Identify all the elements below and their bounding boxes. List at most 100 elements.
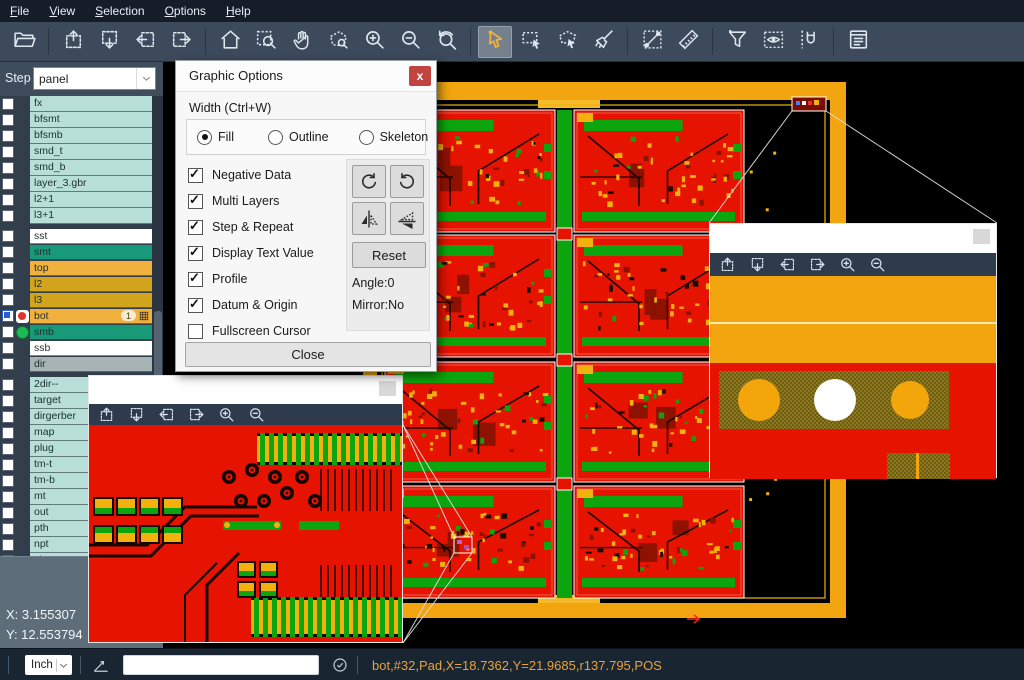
angle-mode-icon[interactable]	[91, 655, 111, 675]
pan-left-button[interactable]	[128, 26, 162, 58]
radio-fill[interactable]: Fill	[197, 130, 234, 145]
window-control-button[interactable]	[973, 229, 990, 244]
command-input[interactable]	[123, 655, 319, 675]
pan-down-button[interactable]	[748, 255, 767, 274]
layer-row[interactable]: bfsmb	[0, 128, 152, 144]
clean-brush-button[interactable]	[586, 26, 620, 58]
layer-visibility-checkbox[interactable]	[2, 162, 14, 174]
layer-name[interactable]: top	[30, 261, 152, 277]
layer-visibility-checkbox[interactable]	[2, 539, 14, 551]
layer-visibility-checkbox[interactable]	[2, 310, 14, 322]
snap-magnet-button[interactable]	[792, 26, 826, 58]
magnifier-title-bar[interactable]	[89, 376, 402, 404]
rotate-ccw-button[interactable]	[390, 165, 424, 198]
layer-visibility-checkbox[interactable]	[2, 395, 14, 407]
layer-visibility-checkbox[interactable]	[2, 411, 14, 423]
layer-name[interactable]: layer_3.gbr	[30, 176, 152, 192]
radio-skeleton[interactable]: Skeleton	[359, 130, 429, 145]
option-multi-layers[interactable]: Multi Layers	[188, 188, 314, 214]
layer-row[interactable]: l3+1	[0, 208, 152, 224]
layer-indicator[interactable]	[14, 96, 30, 112]
layer-name[interactable]: ssb	[30, 341, 152, 357]
layer-indicator[interactable]	[14, 176, 30, 192]
option-profile[interactable]: Profile	[188, 266, 314, 292]
layer-row[interactable]: bfsmt	[0, 112, 152, 128]
checkbox[interactable]	[188, 324, 203, 339]
layer-name[interactable]: bot1	[30, 309, 152, 325]
select-rect-button[interactable]	[514, 26, 548, 58]
layer-row[interactable]: ssb	[0, 341, 152, 357]
pan-up-button[interactable]	[97, 405, 116, 424]
layer-indicator[interactable]	[14, 377, 30, 393]
layer-row[interactable]: l3	[0, 293, 152, 309]
layer-visibility-checkbox[interactable]	[2, 178, 14, 190]
zoom-out-button[interactable]	[868, 255, 887, 274]
open-folder-button[interactable]	[7, 26, 41, 58]
layer-indicator[interactable]	[14, 457, 30, 473]
checkbox[interactable]	[188, 194, 203, 209]
layer-indicator[interactable]	[14, 393, 30, 409]
pan-right-button[interactable]	[187, 405, 206, 424]
option-datum-origin[interactable]: Datum & Origin	[188, 292, 314, 318]
layer-indicator[interactable]	[14, 505, 30, 521]
filter-button[interactable]	[720, 26, 754, 58]
layer-name[interactable]: smb	[30, 325, 152, 341]
layer-indicator[interactable]	[14, 309, 30, 325]
layer-visibility-checkbox[interactable]	[2, 379, 14, 391]
pan-up-button[interactable]	[56, 26, 90, 58]
layer-indicator[interactable]	[14, 144, 30, 160]
unit-dropdown[interactable]: Inch	[25, 655, 72, 675]
layer-name[interactable]: l3	[30, 293, 152, 309]
option-fullscreen-cursor[interactable]: Fullscreen Cursor	[188, 318, 314, 344]
measure-ruler-button[interactable]	[671, 26, 705, 58]
window-control-button[interactable]	[379, 381, 396, 396]
layer-indicator[interactable]	[14, 489, 30, 505]
layer-indicator[interactable]	[14, 473, 30, 489]
layer-indicator[interactable]	[14, 293, 30, 309]
pan-right-button[interactable]	[808, 255, 827, 274]
layer-row[interactable]: smd_t	[0, 144, 152, 160]
layer-indicator[interactable]	[14, 245, 30, 261]
layer-name[interactable]: bfsmb	[30, 128, 152, 144]
layer-name[interactable]: l3+1	[30, 208, 152, 224]
radio-dot[interactable]	[197, 130, 212, 145]
layer-visibility-checkbox[interactable]	[2, 507, 14, 519]
layer-row[interactable]: sst	[0, 229, 152, 245]
layer-name[interactable]: smd_b	[30, 160, 152, 176]
option-negative-data[interactable]: Negative Data	[188, 162, 314, 188]
close-icon[interactable]: x	[409, 66, 431, 86]
checkbox[interactable]	[188, 168, 203, 183]
checkbox[interactable]	[188, 272, 203, 287]
layer-row[interactable]: smb	[0, 325, 152, 341]
layer-name[interactable]: dir	[30, 357, 152, 373]
pan-up-button[interactable]	[718, 255, 737, 274]
layer-indicator[interactable]	[14, 160, 30, 176]
layer-name[interactable]: smd_t	[30, 144, 152, 160]
pan-down-button[interactable]	[92, 26, 126, 58]
layer-visibility-checkbox[interactable]	[2, 230, 14, 242]
pan-right-button[interactable]	[164, 26, 198, 58]
layer-row[interactable]: l2+1	[0, 192, 152, 208]
layer-name[interactable]: sst	[30, 229, 152, 245]
zoom-in-button[interactable]	[838, 255, 857, 274]
layer-name[interactable]: bfsmt	[30, 112, 152, 128]
layer-indicator[interactable]	[14, 192, 30, 208]
select-arrow-button[interactable]	[478, 26, 512, 58]
menu-item-options[interactable]: Options	[155, 0, 216, 22]
layers-panel-button[interactable]	[841, 26, 875, 58]
layer-visibility-checkbox[interactable]	[2, 326, 14, 338]
layer-visibility-checkbox[interactable]	[2, 146, 14, 158]
radio-dot[interactable]	[268, 130, 283, 145]
pan-left-button[interactable]	[157, 405, 176, 424]
layer-indicator[interactable]	[14, 128, 30, 144]
reset-button[interactable]: Reset	[352, 242, 426, 268]
layer-row[interactable]: fx	[0, 96, 152, 112]
layer-indicator[interactable]	[14, 229, 30, 245]
radio-dot[interactable]	[359, 130, 374, 145]
layer-name[interactable]: l2+1	[30, 192, 152, 208]
layer-indicator[interactable]	[14, 208, 30, 224]
layer-visibility-checkbox[interactable]	[2, 130, 14, 142]
zoom-previous-button[interactable]	[429, 26, 463, 58]
layer-indicator[interactable]	[14, 441, 30, 457]
layer-visibility-checkbox[interactable]	[2, 358, 14, 370]
